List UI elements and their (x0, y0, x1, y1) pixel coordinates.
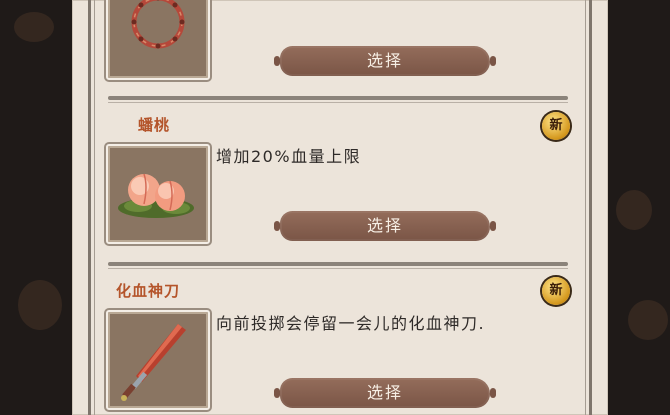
thorn-ring-icon (131, 0, 185, 49)
select-button-label: 选择 (366, 51, 403, 70)
item-icon-box (106, 0, 210, 80)
item-divider (108, 96, 568, 103)
item-description: 增加20%血量上限 (216, 147, 362, 166)
select-button-label: 选择 (366, 383, 403, 402)
new-badge: 新 (542, 277, 570, 305)
item-divider (108, 262, 568, 269)
blood-blade-icon (121, 324, 186, 401)
upgrade-selection-panel: 选择 蟠桃 新 增加20%血量上限 选择 化血神刀 新 向前投掷会停留一会儿的化… (72, 0, 608, 415)
item-title-blood-blade: 化血神刀 (116, 282, 181, 300)
new-badge-label: 新 (549, 283, 563, 298)
item-icon-box (106, 310, 210, 410)
select-button-item-1[interactable]: 选择 (274, 46, 496, 76)
left-background (0, 0, 72, 415)
new-badge-label: 新 (549, 118, 563, 133)
select-button-label: 选择 (366, 216, 403, 235)
right-background (608, 0, 670, 415)
frame-left-inner (94, 0, 95, 415)
frame-left-border (88, 0, 91, 415)
frame-right-inner (585, 0, 586, 415)
peach-icon (118, 173, 194, 218)
item-title-peach: 蟠桃 (138, 116, 171, 134)
item-description: 向前投掷会停留一会儿的化血神刀. (216, 314, 486, 333)
new-badge: 新 (542, 112, 570, 140)
select-button-item-3[interactable]: 选择 (274, 378, 496, 408)
select-button-item-2[interactable]: 选择 (274, 211, 496, 241)
item-icon-box (106, 144, 210, 244)
frame-right-border (589, 0, 592, 415)
